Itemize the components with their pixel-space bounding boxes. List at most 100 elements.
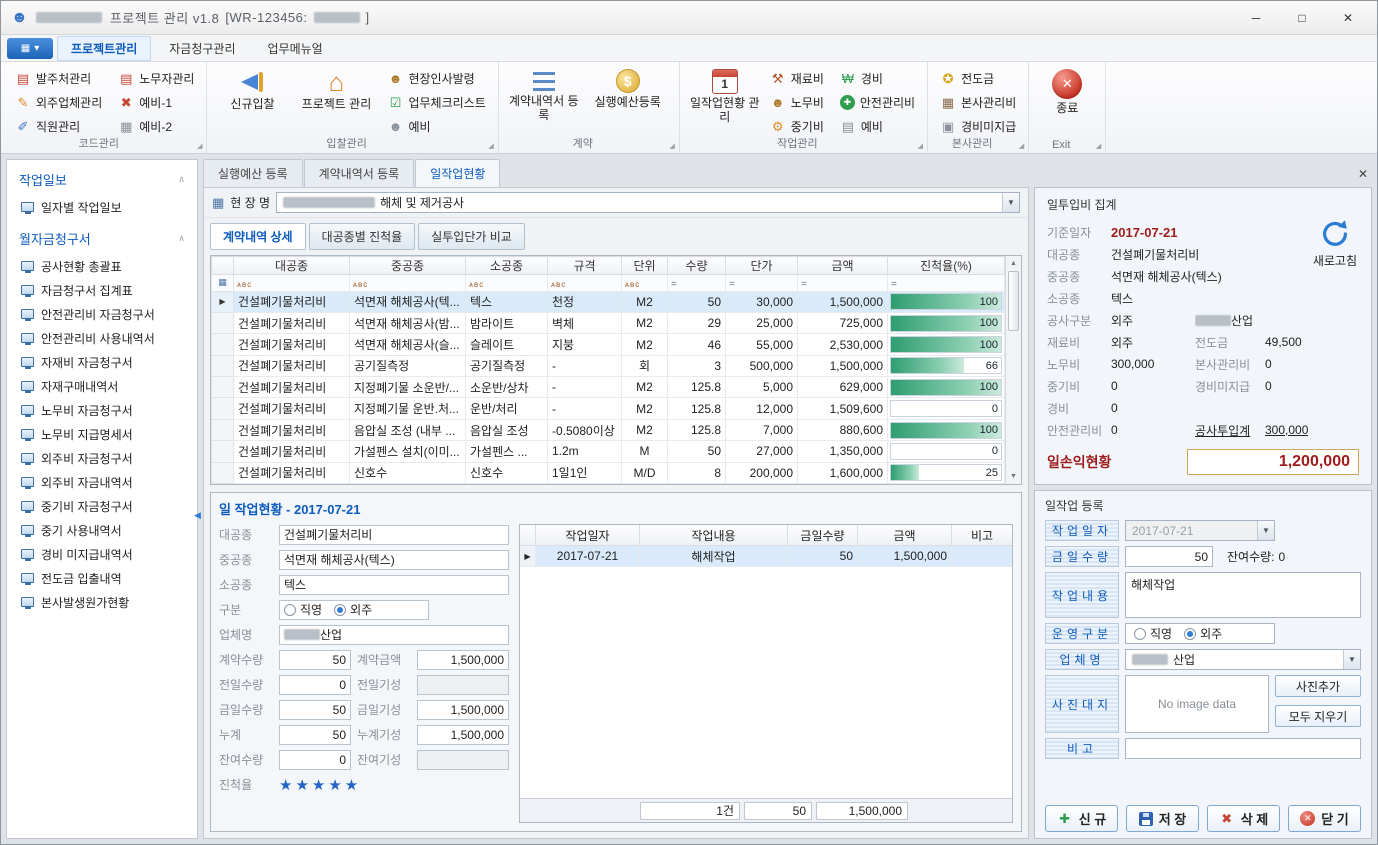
spare-work-button[interactable]: ▤예비 bbox=[836, 116, 919, 137]
subtab-unit-price-compare[interactable]: 실투입단가 비교 bbox=[418, 223, 525, 250]
employee-mgmt-button[interactable]: ✐직원관리 bbox=[11, 116, 106, 137]
site-name-select[interactable]: 해체 및 제거공사 ▼ bbox=[276, 192, 1020, 213]
sidebar-item[interactable]: 중기비 자금청구서 bbox=[7, 494, 197, 518]
site-personnel-assign-button[interactable]: ☻현장인사발령 bbox=[383, 68, 489, 89]
new-bid-button[interactable]: 신규입찰 bbox=[215, 66, 289, 114]
radio-direct[interactable] bbox=[284, 604, 296, 616]
app-menu-button[interactable]: ▦▾ bbox=[7, 38, 53, 59]
sidebar-item[interactable]: 자재구매내역서 bbox=[7, 374, 197, 398]
dialog-launcher-icon[interactable]: ◢ bbox=[1019, 142, 1024, 150]
table-row[interactable]: ▶ 2017-07-21 해체작업 50 1,500,000 bbox=[520, 546, 1012, 567]
column-header[interactable]: 진척율(%) bbox=[888, 257, 1005, 275]
radio-direct[interactable] bbox=[1134, 628, 1146, 640]
progress-cell[interactable]: 66 bbox=[888, 355, 1005, 376]
doc-tab-daily-work-status[interactable]: 일작업현황 bbox=[415, 159, 500, 187]
menu-tab-project[interactable]: 프로젝트관리 bbox=[57, 36, 151, 61]
column-header[interactable]: 단가 bbox=[726, 257, 798, 275]
progress-cell[interactable]: 0 bbox=[888, 398, 1005, 419]
work-content-textarea[interactable]: 해체작업 bbox=[1125, 572, 1361, 618]
sidebar-item-daily-work-report[interactable]: 일자별 작업일보 bbox=[7, 195, 197, 219]
daily-work-status-mgmt-button[interactable]: 일작업현황 관리 bbox=[688, 66, 762, 128]
doc-tab-contract-detail[interactable]: 계약내역서 등록 bbox=[304, 159, 415, 187]
today-amount-field[interactable]: 1,500,000 bbox=[417, 700, 509, 720]
spare-bid-button[interactable]: ☻예비 bbox=[383, 116, 489, 137]
work-date-select[interactable]: 2017-07-21▼ bbox=[1125, 520, 1275, 541]
labor-worker-mgmt-button[interactable]: ▤노무자관리 bbox=[114, 68, 198, 89]
today-qty-input[interactable]: 50 bbox=[1125, 546, 1213, 567]
sidebar-item[interactable]: 전도금 입출내역 bbox=[7, 566, 197, 590]
safety-mgmt-cost-button[interactable]: 안전관리비 bbox=[836, 92, 919, 113]
minor-type-field[interactable]: 텍스 bbox=[279, 575, 509, 595]
contract-amount-field[interactable]: 1,500,000 bbox=[417, 650, 509, 670]
mid-type-field[interactable]: 석면재 해체공사(텍스) bbox=[279, 550, 509, 570]
column-header[interactable]: 금액 bbox=[858, 525, 952, 545]
contract-qty-field[interactable]: 50 bbox=[279, 650, 351, 670]
sidebar-item[interactable]: 중기 사용내역서 bbox=[7, 518, 197, 542]
column-header[interactable]: 비고 bbox=[952, 525, 1012, 545]
sidebar-section-monthly-funding[interactable]: 월자금청구서∧ bbox=[7, 219, 197, 254]
major-type-field[interactable]: 건설폐기물처리비 bbox=[279, 525, 509, 545]
menu-tab-manual[interactable]: 업무메뉴얼 bbox=[254, 36, 337, 61]
dropdown-arrow-icon[interactable]: ▼ bbox=[1002, 193, 1019, 212]
today-qty-field[interactable]: 50 bbox=[279, 700, 351, 720]
column-header[interactable]: 규격 bbox=[548, 257, 622, 275]
dialog-launcher-icon[interactable]: ◢ bbox=[1096, 142, 1101, 150]
close-panel-button[interactable]: 닫 기 bbox=[1288, 805, 1361, 832]
close-document-icon[interactable]: ✕ bbox=[1358, 167, 1368, 181]
subcontractor-mgmt-button[interactable]: ✎외주업체관리 bbox=[11, 92, 106, 113]
company-field[interactable]: 산업 bbox=[279, 625, 509, 645]
unpaid-expense-button[interactable]: ▣경비미지급 bbox=[936, 116, 1020, 137]
sidebar-item[interactable]: 경비 미지급내역서 bbox=[7, 542, 197, 566]
scroll-thumb[interactable] bbox=[1008, 271, 1019, 331]
dialog-launcher-icon[interactable]: ◢ bbox=[197, 142, 202, 150]
column-header[interactable]: 작업일자 bbox=[536, 525, 640, 545]
save-button[interactable]: 저 장 bbox=[1126, 805, 1199, 832]
dialog-launcher-icon[interactable]: ◢ bbox=[488, 142, 493, 150]
prev-qty-field[interactable]: 0 bbox=[279, 675, 351, 695]
column-header[interactable]: 수량 bbox=[668, 257, 726, 275]
minimize-button[interactable]: ─ bbox=[1237, 6, 1275, 30]
column-header[interactable]: 중공종 bbox=[350, 257, 466, 275]
column-header[interactable]: 대공종 bbox=[234, 257, 350, 275]
column-header[interactable] bbox=[520, 525, 536, 545]
progress-cell[interactable]: 25 bbox=[888, 462, 1005, 483]
subtab-contract-detail[interactable]: 계약내역 상세 bbox=[210, 223, 306, 250]
progress-cell[interactable]: 100 bbox=[888, 291, 1005, 312]
equipment-cost-button[interactable]: ⚙중기비 bbox=[766, 116, 828, 137]
clear-photos-button[interactable]: 모두 지우기 bbox=[1275, 705, 1361, 727]
radio-outsourced[interactable] bbox=[334, 604, 346, 616]
row-indicator[interactable]: ▶ bbox=[212, 291, 234, 312]
exit-button[interactable]: 종료 bbox=[1037, 66, 1097, 118]
sidebar-item[interactable]: 자재비 자금청구서 bbox=[7, 350, 197, 374]
dialog-launcher-icon[interactable]: ◢ bbox=[669, 142, 674, 150]
sidebar-item[interactable]: 안전관리비 사용내역서 bbox=[7, 326, 197, 350]
progress-cell[interactable]: 100 bbox=[888, 419, 1005, 440]
column-header[interactable]: 소공종 bbox=[466, 257, 548, 275]
sidebar-item[interactable]: 안전관리비 자금청구서 bbox=[7, 302, 197, 326]
sidebar-item[interactable]: 본사발생원가현황 bbox=[7, 590, 197, 614]
refresh-button[interactable]: 새로고침 bbox=[1313, 216, 1357, 269]
work-checklist-button[interactable]: ☑업무체크리스트 bbox=[383, 92, 489, 113]
labor-cost-button[interactable]: ☻노무비 bbox=[766, 92, 828, 113]
sidebar-item[interactable]: 외주비 자금청구서 bbox=[7, 446, 197, 470]
maximize-button[interactable]: □ bbox=[1283, 6, 1321, 30]
project-mgmt-button[interactable]: ⌂프로젝트 관리 bbox=[293, 66, 379, 114]
total-input-link[interactable]: 공사투입계 bbox=[1195, 422, 1265, 439]
progress-cell[interactable]: 100 bbox=[888, 334, 1005, 355]
delete-button[interactable]: ✖삭 제 bbox=[1207, 805, 1280, 832]
sidebar-item[interactable]: 노무비 지급명세서 bbox=[7, 422, 197, 446]
sidebar-item[interactable]: 외주비 자금내역서 bbox=[7, 470, 197, 494]
sidebar-item[interactable]: 공사현황 총괄표 bbox=[7, 254, 197, 278]
scroll-up-icon[interactable]: ▲ bbox=[1006, 256, 1021, 271]
dialog-launcher-icon[interactable]: ◢ bbox=[918, 142, 923, 150]
progress-cell[interactable]: 100 bbox=[888, 377, 1005, 398]
column-header[interactable] bbox=[212, 257, 234, 275]
advance-payment-button[interactable]: ✪전도금 bbox=[936, 68, 1020, 89]
sidebar-item[interactable]: 자금청구서 집계표 bbox=[7, 278, 197, 302]
sidebar-item[interactable]: 노무비 자금청구서 bbox=[7, 398, 197, 422]
note-input[interactable] bbox=[1125, 738, 1361, 759]
grid-empty-area[interactable] bbox=[520, 567, 1012, 798]
spare-1-button[interactable]: ✖예비-1 bbox=[114, 92, 198, 113]
dropdown-arrow-icon[interactable]: ▼ bbox=[1343, 650, 1360, 669]
menu-tab-funding[interactable]: 자금청구관리 bbox=[155, 36, 249, 61]
